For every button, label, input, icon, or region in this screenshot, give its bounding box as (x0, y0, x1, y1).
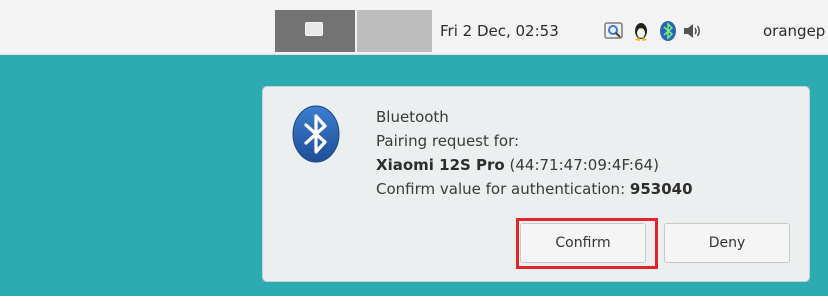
passkey-value: 953040 (629, 180, 693, 198)
device-name: Xiaomi 12S Pro (376, 156, 505, 174)
bottom-strip (0, 296, 828, 307)
user-menu[interactable]: orangep (763, 22, 825, 40)
volume-icon[interactable] (682, 20, 704, 42)
notification-title: Bluetooth (376, 108, 449, 126)
device-line: Xiaomi 12S Pro (44:71:47:09:4F:64) (376, 153, 693, 177)
confirm-value-line: Confirm value for authentication: 953040 (376, 177, 693, 201)
pairing-request-line: Pairing request for: (376, 132, 520, 150)
confirm-value-label: Confirm value for authentication: (376, 180, 626, 198)
notification-text: Bluetooth Pairing request for: Xiaomi 12… (376, 105, 693, 201)
top-panel: Fri 2 Dec, 02:53 orangep (0, 0, 828, 55)
tux-icon[interactable] (630, 20, 652, 42)
network-icon[interactable] (603, 20, 625, 42)
workspace-2-button[interactable] (357, 10, 432, 52)
window-icon (305, 22, 323, 36)
bluetooth-icon[interactable] (657, 20, 679, 42)
workspace-1-button[interactable] (275, 10, 355, 52)
bluetooth-icon (292, 105, 340, 163)
device-address: (44:71:47:09:4F:64) (509, 156, 659, 174)
confirm-button[interactable]: Confirm (520, 223, 646, 263)
clock[interactable]: Fri 2 Dec, 02:53 (440, 22, 559, 40)
bluetooth-pairing-notification: Bluetooth Pairing request for: Xiaomi 12… (262, 86, 810, 282)
deny-button[interactable]: Deny (664, 223, 790, 263)
